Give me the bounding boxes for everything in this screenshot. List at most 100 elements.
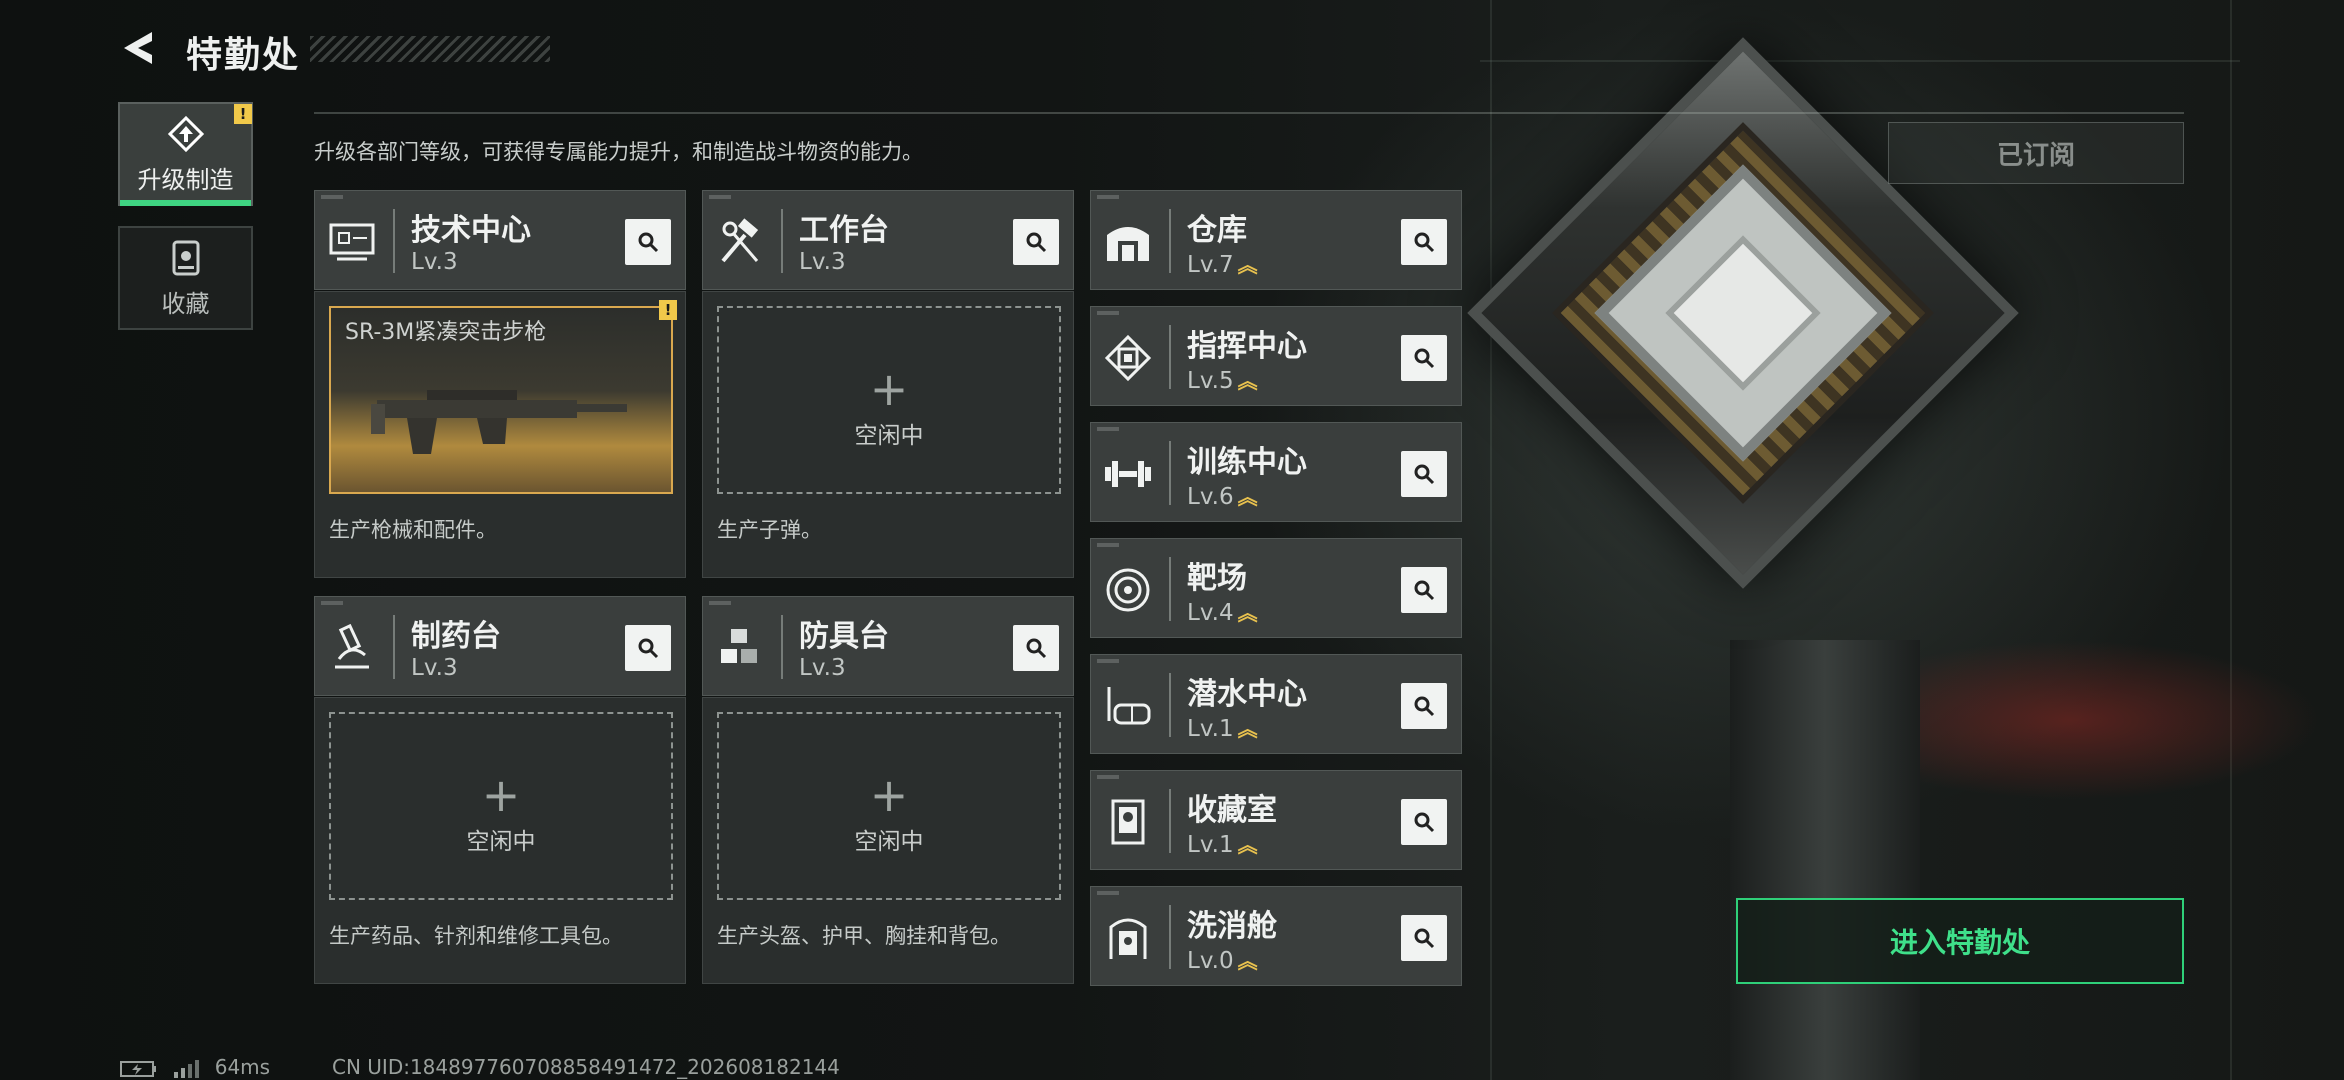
department-training-center[interactable]: 训练中心 Lv.6 ︽ xyxy=(1090,422,1462,522)
title-decoration xyxy=(310,36,550,62)
level-up-icon: ︽ xyxy=(1237,369,1258,393)
department-level: Lv.4 ︽ xyxy=(1187,597,1258,626)
slot-status: 空闲中 xyxy=(466,829,536,855)
slot-status: 空闲中 xyxy=(854,829,924,855)
upgrade-icon xyxy=(167,115,204,152)
department-level: Lv.7 ︽ xyxy=(1187,249,1258,278)
alert-badge: ! xyxy=(234,104,252,124)
uid-label: CN UID:184897760708858491472_20260818214… xyxy=(332,1055,840,1079)
department-name: 指挥中心 xyxy=(1187,329,1307,364)
department-diving-center[interactable]: 潜水中心 Lv.1 ︽ xyxy=(1090,654,1462,754)
computer-icon xyxy=(329,223,375,261)
crafting-item-slot[interactable]: SR-3M紧凑突击步枪 ! xyxy=(329,300,677,494)
facility-pharmacy[interactable]: 制药台 Lv.3 xyxy=(314,596,686,696)
search-icon[interactable] xyxy=(1401,915,1447,961)
department-shooting-range[interactable]: 靶场 Lv.4 ︽ xyxy=(1090,538,1462,638)
tab-upgrade-craft[interactable]: 升级制造 ! xyxy=(118,102,253,206)
level-text: Lv.0 xyxy=(1187,948,1234,974)
search-icon[interactable] xyxy=(1401,799,1447,845)
department-name: 仓库 xyxy=(1187,213,1247,248)
department-command-center[interactable]: 指挥中心 Lv.5 ︽ xyxy=(1090,306,1462,406)
facility-armor-bench[interactable]: 防具台 Lv.3 xyxy=(702,596,1074,696)
tab-label: 收藏 xyxy=(161,289,210,318)
facility-tech-center[interactable]: 技术中心 Lv.3 xyxy=(314,190,686,290)
tab-label: 升级制造 xyxy=(137,165,234,194)
slot-status: 空闲中 xyxy=(854,423,924,449)
empty-slot[interactable]: + 空闲中 xyxy=(329,712,673,900)
search-icon[interactable] xyxy=(1401,451,1447,497)
level-up-icon: ︽ xyxy=(1237,601,1258,625)
chip-icon xyxy=(1104,334,1152,382)
level-up-icon: ︽ xyxy=(1237,485,1258,509)
empty-slot[interactable]: + 空闲中 xyxy=(717,306,1061,494)
alert-badge: ! xyxy=(659,300,677,320)
department-name: 洗消舱 xyxy=(1187,909,1277,944)
workshop-slot-panel: + 空闲中 生产子弹。 xyxy=(702,291,1074,578)
level-up-icon: ︽ xyxy=(1237,949,1258,973)
page-description: 升级各部门等级，可获得专属能力提升，和制造战斗物资的能力。 xyxy=(314,140,923,164)
facility-name: 防具台 xyxy=(799,619,889,654)
search-icon[interactable] xyxy=(625,219,671,265)
collection-icon xyxy=(172,240,199,275)
add-icon: + xyxy=(869,768,909,822)
level-text: Lv.1 xyxy=(1187,716,1234,742)
workshop-slot-panel: + 空闲中 生产头盔、护甲、胸挂和背包。 xyxy=(702,697,1074,984)
battery-charging-icon xyxy=(120,1060,156,1077)
facility-name: 制药台 xyxy=(411,619,501,654)
tab-collection[interactable]: 收藏 xyxy=(118,226,253,330)
department-warehouse[interactable]: 仓库 Lv.7 ︽ xyxy=(1090,190,1462,290)
search-icon[interactable] xyxy=(1401,567,1447,613)
cubes-icon xyxy=(721,629,757,663)
microscope-icon xyxy=(335,623,369,669)
bg-frame-line xyxy=(2230,0,2232,1080)
search-icon[interactable] xyxy=(1401,683,1447,729)
department-name: 潜水中心 xyxy=(1187,677,1307,712)
search-icon[interactable] xyxy=(1013,625,1059,671)
page-title: 特勤处 xyxy=(186,35,301,76)
signal-icon xyxy=(174,1059,200,1078)
department-name: 收藏室 xyxy=(1187,793,1277,828)
facility-level: Lv.3 xyxy=(411,655,458,681)
facility-level: Lv.3 xyxy=(411,249,458,275)
level-text: Lv.6 xyxy=(1187,484,1234,510)
decon-chamber-icon xyxy=(1109,918,1147,959)
divider xyxy=(314,112,2184,114)
department-level: Lv.5 ︽ xyxy=(1187,365,1258,394)
level-up-icon: ︽ xyxy=(1237,833,1258,857)
bg-frame-line xyxy=(1480,60,2240,62)
level-text: Lv.5 xyxy=(1187,368,1234,394)
search-icon[interactable] xyxy=(1013,219,1059,265)
level-text: Lv.4 xyxy=(1187,600,1234,626)
facility-workbench[interactable]: 工作台 Lv.3 xyxy=(702,190,1074,290)
display-case-icon xyxy=(1111,799,1145,845)
facility-name: 技术中心 xyxy=(411,213,531,248)
empty-slot[interactable]: + 空闲中 xyxy=(717,712,1061,900)
subscribed-button[interactable]: 已订阅 xyxy=(1888,122,2184,184)
search-icon[interactable] xyxy=(1401,335,1447,381)
tools-icon xyxy=(721,218,759,263)
department-decontamination[interactable]: 洗消舱 Lv.0 ︽ xyxy=(1090,886,1462,986)
workshop-description: 生产药品、针剂和维修工具包。 xyxy=(329,924,623,948)
level-text: Lv.1 xyxy=(1187,832,1234,858)
department-name: 训练中心 xyxy=(1187,445,1307,480)
cube-pillar xyxy=(1730,640,1920,1080)
item-name: SR-3M紧凑突击步枪 xyxy=(345,320,547,345)
department-name: 靶场 xyxy=(1187,561,1247,596)
search-icon[interactable] xyxy=(1401,219,1447,265)
back-arrow-icon[interactable] xyxy=(118,28,158,68)
dumbbell-icon xyxy=(1105,461,1151,487)
enter-special-ops-button[interactable]: 进入特勤处 xyxy=(1736,898,2184,984)
rifle-icon xyxy=(371,390,627,454)
workshop-description: 生产枪械和配件。 xyxy=(329,518,497,542)
department-level: Lv.6 ︽ xyxy=(1187,481,1258,510)
bg-frame-line xyxy=(1490,0,1492,1080)
search-icon[interactable] xyxy=(625,625,671,671)
department-level: Lv.1 ︽ xyxy=(1187,829,1258,858)
department-collection-room[interactable]: 收藏室 Lv.1 ︽ xyxy=(1090,770,1462,870)
level-up-icon: ︽ xyxy=(1237,717,1258,741)
workshop-slot-panel: SR-3M紧凑突击步枪 ! 生产枪械和配件。 xyxy=(314,291,686,578)
diving-mask-icon xyxy=(1107,687,1151,725)
add-icon: + xyxy=(869,362,909,416)
workshop-description: 生产头盔、护甲、胸挂和背包。 xyxy=(717,924,1011,948)
target-icon xyxy=(1106,568,1150,612)
